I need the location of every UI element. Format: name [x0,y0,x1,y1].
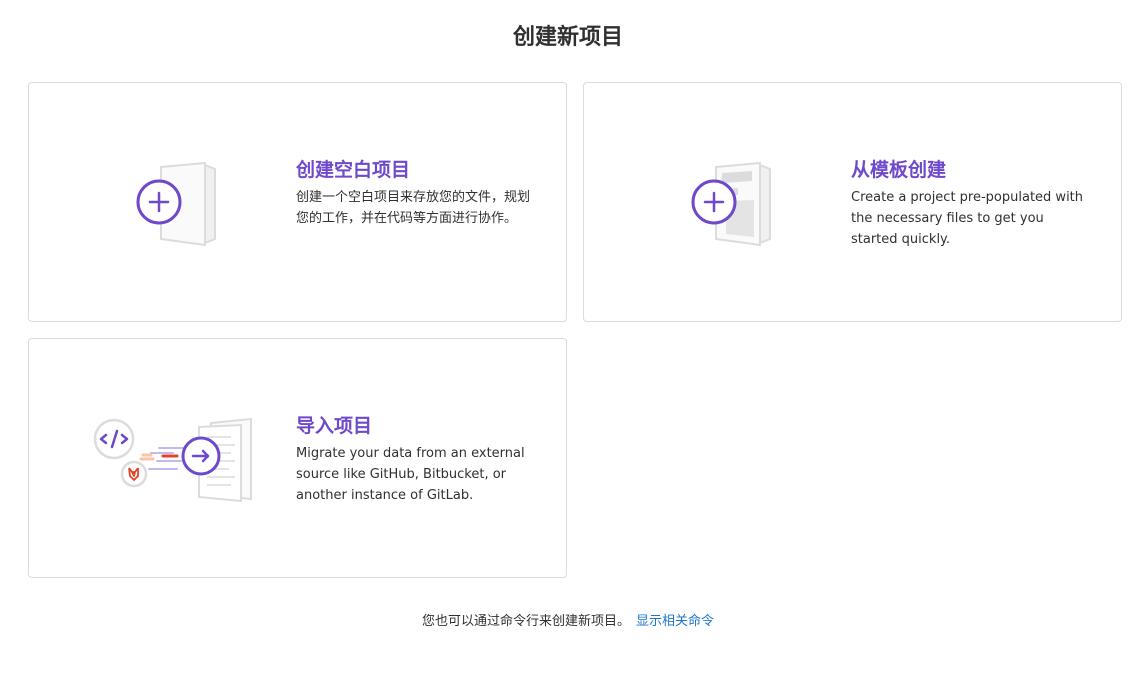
cli-hint-text: 您也可以通过命令行来创建新项目。 [421,614,630,629]
show-commands-link[interactable]: 显示相关命令 [636,614,714,629]
blank-project-card[interactable]: 创建空白项目 创建一个空白项目来存放您的文件，规划您的工作，并在代码等方面进行协… [28,82,567,322]
card-title: 创建空白项目 [296,159,411,181]
blank-project-illustration-icon [136,161,216,247]
card-description: Create a project pre-populated with the … [851,190,1084,247]
cli-hint: 您也可以通过命令行来创建新项目。 显示相关命令 [0,610,1136,629]
import-illustration-icon [93,417,252,503]
card-title: 导入项目 [296,415,373,437]
import-project-card[interactable]: 导入项目 Migrate your data from an external … [28,338,567,578]
template-illustration-icon [691,161,771,247]
card-description: Migrate your data from an external sourc… [296,446,525,503]
page-title: 创建新项目 [512,25,623,50]
template-project-card[interactable]: 从模板创建 Create a project pre-populated wit… [583,82,1122,322]
card-title: 从模板创建 [851,159,947,181]
card-description: 创建一个空白项目来存放您的文件，规划您的工作，并在代码等方面进行协作。 [296,190,531,226]
